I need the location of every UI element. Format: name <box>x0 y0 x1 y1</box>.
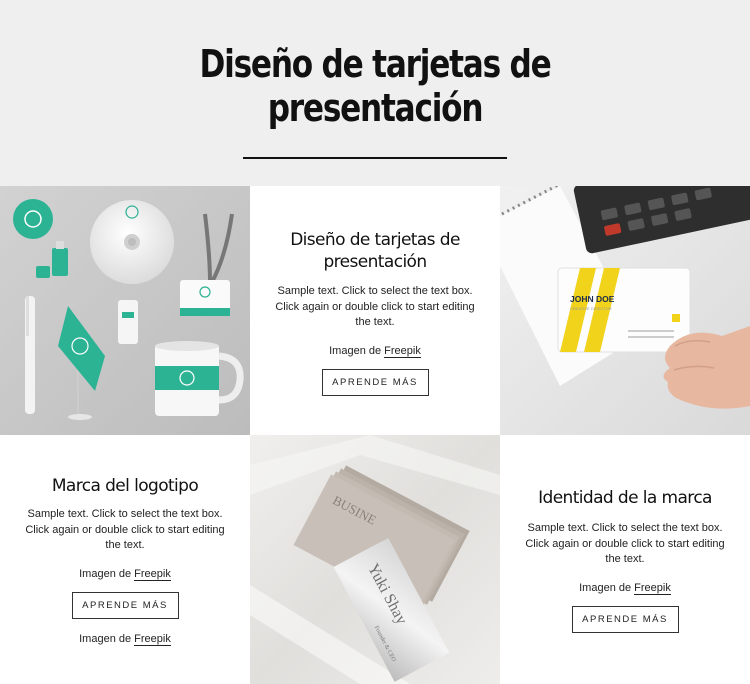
image-credit-prefix: Imagen de <box>329 344 385 357</box>
business-card-hand-image: JOHN DOE CREATIVE DIRECTOR <box>500 186 750 435</box>
card-title: Identidad de la marca <box>538 488 712 508</box>
business-card-hand-illustration: JOHN DOE CREATIVE DIRECTOR <box>500 186 750 435</box>
stationery-mockup-illustration <box>0 186 250 435</box>
card-title: Diseño de tarjetas de presentación <box>290 230 460 272</box>
hero-section: Diseño de tarjetas de presentación <box>0 0 750 186</box>
freepik-link[interactable]: Freepik <box>384 344 421 358</box>
card-body-text: Sample text. Click to select the text bo… <box>25 508 225 551</box>
image-credit: Imagen de Freepik <box>250 344 500 358</box>
card-name-text: JOHN DOE <box>570 294 615 304</box>
card-logo-brand: Marca del logotipo Sample text. Click to… <box>0 435 250 684</box>
stacked-cards-illustration: BUSINE Yuki Shay Founder & CEO <box>250 435 500 684</box>
card-body-text: Sample text. Click to select the text bo… <box>275 285 475 328</box>
card-title: Marca del logotipo <box>51 476 199 496</box>
image-credit-secondary: Imagen de Freepik <box>0 632 250 646</box>
image-credit-prefix: Imagen de <box>579 581 635 594</box>
stacked-business-cards-image: BUSINE Yuki Shay Founder & CEO <box>250 435 500 684</box>
card-role-text: CREATIVE DIRECTOR <box>570 306 612 311</box>
learn-more-button[interactable]: APRENDE MÁS <box>321 368 429 396</box>
page-title: Diseño de tarjetas de presentación <box>199 42 552 130</box>
title-divider <box>243 157 507 159</box>
image-credit: Imagen de Freepik <box>500 581 750 595</box>
card-body-text: Sample text. Click to select the text bo… <box>525 522 725 565</box>
card-business-cards: Diseño de tarjetas de presentación Sampl… <box>250 186 500 435</box>
image-credit-prefix: Imagen de <box>79 632 135 645</box>
learn-more-button[interactable]: APRENDE MÁS <box>571 605 679 633</box>
card-brand-identity: Identidad de la marca Sample text. Click… <box>500 435 750 684</box>
image-credit: Imagen de Freepik <box>0 567 250 581</box>
image-credit-prefix: Imagen de <box>79 567 135 580</box>
freepik-link[interactable]: Freepik <box>134 567 171 581</box>
stationery-mockup-image <box>0 186 250 435</box>
freepik-link[interactable]: Freepik <box>134 632 171 646</box>
freepik-link[interactable]: Freepik <box>634 581 671 595</box>
learn-more-button[interactable]: APRENDE MÁS <box>71 591 179 619</box>
